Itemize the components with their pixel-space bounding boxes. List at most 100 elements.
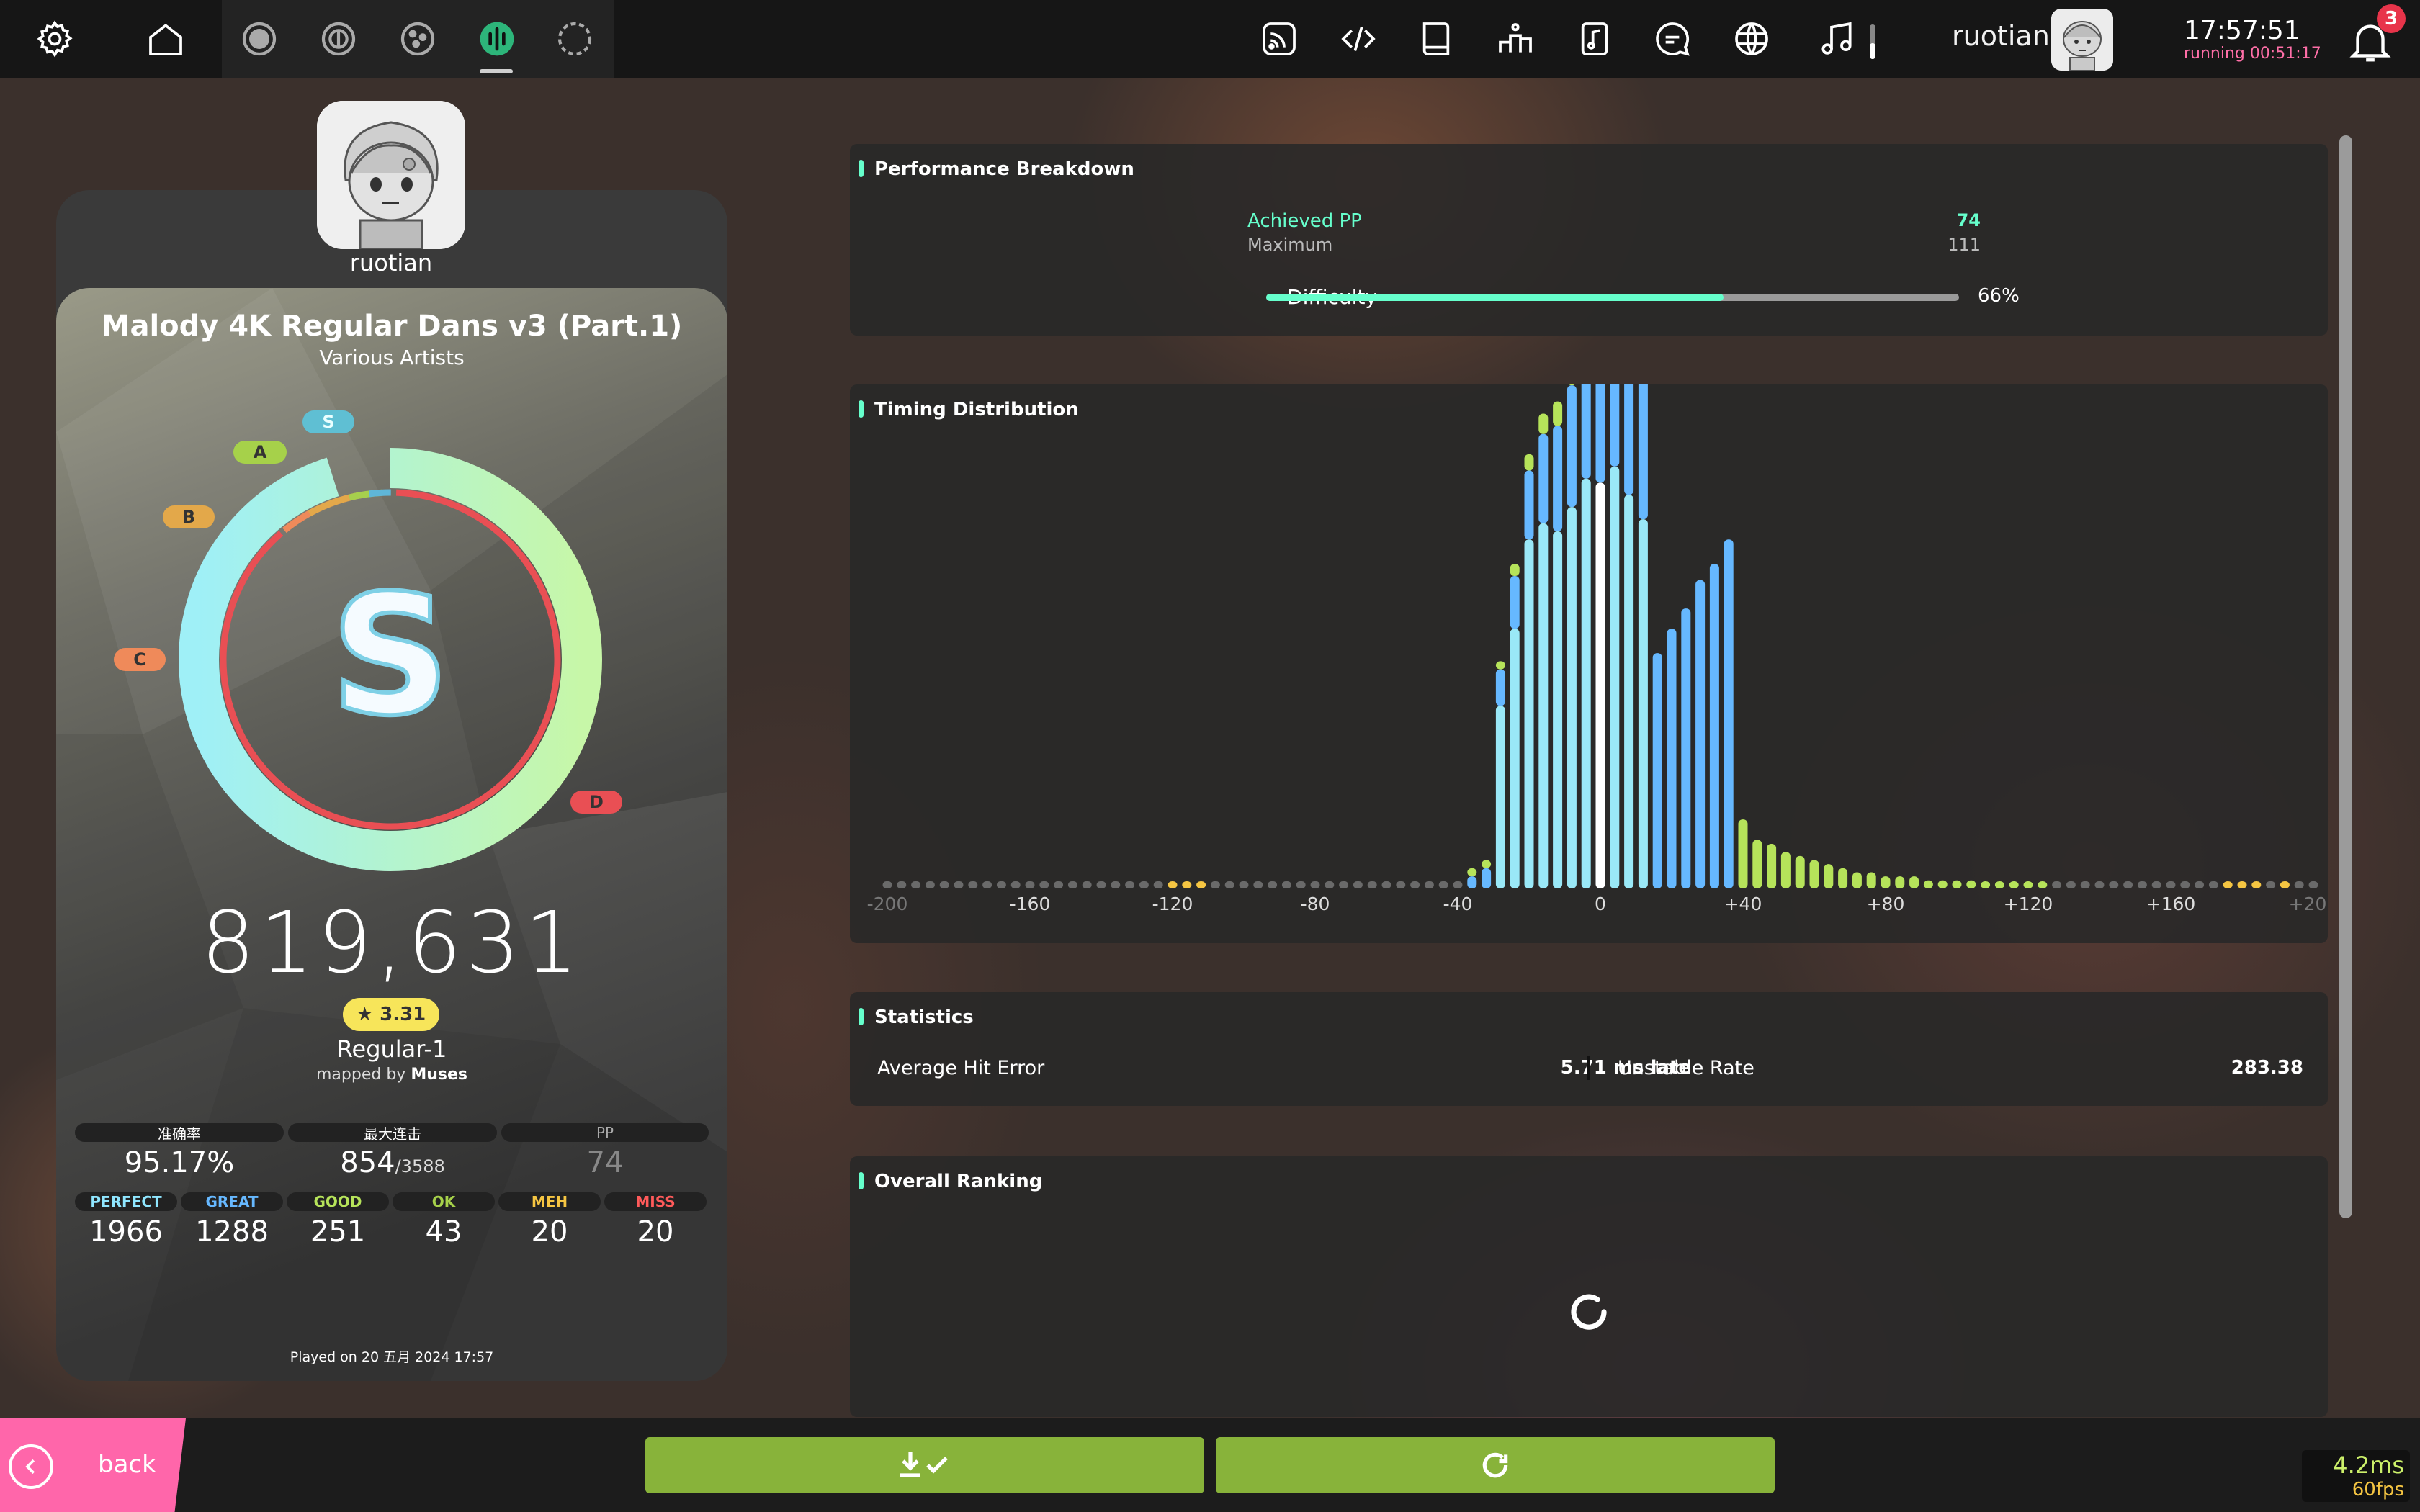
player-avatar[interactable] [317, 101, 465, 249]
histogram-bar-good [1966, 880, 1976, 888]
accuracy-value: 95.17% [124, 1146, 235, 1179]
mapper-name[interactable]: Muses [411, 1066, 467, 1084]
histogram-bar-great [1581, 384, 1591, 479]
download-check-icon [900, 1452, 948, 1477]
section-title: Overall Ranking [874, 1171, 1043, 1192]
histogram-bar-meh [2223, 881, 2233, 888]
histogram-bar-good [1482, 860, 1492, 868]
avatar[interactable] [2051, 9, 2113, 71]
back-arrow-icon[interactable] [9, 1444, 53, 1489]
histogram-bar-good [1752, 840, 1762, 888]
histogram-bar-perfect [1553, 531, 1563, 888]
histogram-bar-empty [1253, 881, 1263, 888]
star-rating-value: 3.31 [380, 1004, 426, 1025]
combo-header: 最大连击 [288, 1123, 497, 1143]
histogram-bar-good [1767, 844, 1777, 888]
achieved-pp-value: 74 [1956, 210, 1981, 230]
section-accent [859, 1008, 864, 1025]
music-note-icon[interactable] [1815, 17, 1858, 60]
judgement-count: 1288 [195, 1215, 269, 1248]
ruleset-osu-icon[interactable] [238, 17, 281, 60]
toolbar-username[interactable]: ruotian [1952, 20, 2050, 52]
ruleset-catch-icon[interactable] [396, 17, 439, 60]
histogram-bar-good [2038, 881, 2048, 888]
scrollbar[interactable] [2339, 135, 2352, 1218]
ruleset-mania-icon[interactable] [475, 17, 519, 60]
histogram-bar-empty [1067, 881, 1077, 888]
histogram-bar-good [1895, 876, 1905, 888]
overall-ranking-panel: Overall Ranking [850, 1156, 2328, 1417]
histogram-bar-empty [925, 881, 935, 888]
changelog-code-icon[interactable] [1337, 17, 1380, 60]
histogram-bar-good [2023, 881, 2033, 888]
avg-hit-error-label: Average Hit Error [877, 1057, 1045, 1079]
chat-icon[interactable] [1651, 17, 1694, 60]
section-title: Statistics [874, 1007, 974, 1028]
histogram-bar-good [2009, 881, 2019, 888]
difficulty-bar [1266, 294, 1959, 301]
player-name[interactable]: ruotian [245, 249, 537, 276]
judgement-count: 20 [531, 1215, 568, 1248]
histogram-bar-good [1824, 864, 1834, 888]
histogram-bar-empty [2208, 881, 2218, 888]
judgement-count: 43 [425, 1215, 462, 1248]
histogram-bar-empty [968, 881, 978, 888]
section-accent [859, 1172, 864, 1189]
histogram-bar-meh [2237, 881, 2247, 888]
x-tick-label: -120 [1152, 894, 1193, 914]
star-icon: ★ [356, 1004, 380, 1025]
volume-meter-fill [1870, 43, 1876, 59]
ruleset-taiko-icon[interactable] [317, 17, 360, 60]
judgement-count: 1966 [89, 1215, 163, 1248]
accuracy-header: 准确率 [75, 1123, 284, 1143]
total-score: 819,631 [201, 893, 583, 992]
difficulty-bar-fill [1266, 294, 1724, 301]
histogram-bar-great [1482, 868, 1492, 888]
histogram-bar-empty [1353, 881, 1363, 888]
histogram-bar-good [1467, 868, 1477, 877]
maximum-pp-value: 111 [1948, 235, 1981, 255]
histogram-bar-great [1695, 580, 1706, 888]
histogram-bar-empty [1210, 881, 1220, 888]
histogram-bar-good [1553, 401, 1563, 426]
news-icon[interactable] [1258, 17, 1301, 60]
histogram-bar-empty [2080, 881, 2090, 888]
retry-icon [1482, 1452, 1508, 1478]
divider [1587, 1056, 1590, 1080]
histogram-bar-great [1709, 564, 1719, 888]
histogram-bar-great [1495, 669, 1505, 706]
beatmap-artist: Various Artists [319, 346, 465, 369]
histogram-bar-empty [882, 881, 892, 888]
retry-button[interactable] [1216, 1437, 1775, 1493]
histogram-bar-empty [1438, 881, 1448, 888]
histogram-bar-empty [1239, 881, 1249, 888]
grade-letter: S [331, 560, 450, 752]
histogram-bar-good [1937, 880, 1948, 888]
histogram-bar-good [1881, 876, 1891, 888]
histogram-bar-empty [1139, 881, 1149, 888]
wiki-book-icon[interactable] [1415, 17, 1458, 60]
histogram-bar-perfect [1624, 495, 1634, 888]
back-label[interactable]: back [98, 1450, 156, 1479]
histogram-bar-empty [897, 881, 907, 888]
rankings-icon[interactable] [1494, 17, 1537, 60]
x-tick-label: -160 [1010, 894, 1051, 914]
histogram-bar-empty [1224, 881, 1234, 888]
histogram-bar-empty [2066, 881, 2076, 888]
histogram-bar-meh [1196, 881, 1206, 888]
combo-value-group: 854/3588 [288, 1146, 497, 1179]
timing-histogram: -200 -160 -120 -80 -40 0 +40 +80 +120 +160 +200 [867, 384, 2328, 914]
histogram-bar-empty [1410, 881, 1420, 888]
histogram-bar-perfect [1538, 523, 1549, 888]
globe-icon[interactable] [1730, 17, 1773, 60]
histogram-bar-good [1838, 868, 1848, 888]
export-replay-button[interactable] [645, 1437, 1204, 1493]
histogram-bar-meh [2251, 881, 2262, 888]
ruleset-other-icon[interactable] [553, 17, 596, 60]
x-tick-label: +40 [1724, 894, 1762, 914]
home-icon[interactable] [144, 17, 187, 60]
beatmap-listing-icon[interactable] [1573, 17, 1616, 60]
histogram-bar-empty [1296, 881, 1306, 888]
settings-gear-icon[interactable] [33, 17, 76, 60]
histogram-bar-empty [911, 881, 921, 888]
